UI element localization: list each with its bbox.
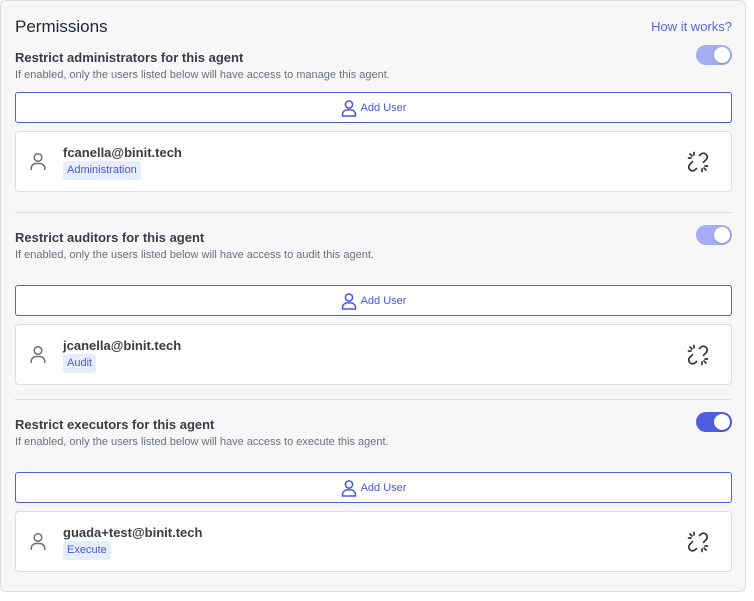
section-description: If enabled, only the users listed below … — [15, 249, 374, 261]
unlink-icon[interactable] — [687, 344, 709, 366]
restrict-administrators-toggle[interactable] — [696, 45, 732, 65]
add-user-label: Add User — [360, 294, 407, 307]
add-user-button[interactable]: Add User — [15, 92, 732, 123]
unlink-icon[interactable] — [687, 151, 709, 173]
section-title: Restrict auditors for this agent — [15, 230, 205, 245]
section-auditors: Restrict auditors for this agent If enab… — [15, 225, 732, 385]
restrict-auditors-toggle[interactable] — [696, 225, 732, 245]
add-user-button[interactable]: Add User — [15, 472, 732, 503]
unlink-icon[interactable] — [687, 531, 709, 553]
user-icon — [341, 99, 356, 117]
user-icon — [341, 479, 356, 497]
section-divider — [15, 212, 732, 213]
section-executors: Restrict executors for this agent If ena… — [15, 412, 732, 572]
how-it-works-link[interactable]: How it works? — [651, 19, 732, 34]
section-description: If enabled, only the users listed below … — [15, 436, 389, 448]
user-card: guada+test@binit.tech Execute — [15, 511, 732, 572]
role-badge: Execute — [63, 541, 111, 560]
section-description: If enabled, only the users listed below … — [15, 69, 390, 81]
toggle-knob — [714, 414, 730, 430]
user-email: jcanella@binit.tech — [63, 338, 182, 353]
toggle-knob — [714, 47, 730, 63]
role-badge: Administration — [63, 161, 141, 180]
permissions-panel: Permissions How it works? Restrict admin… — [0, 0, 746, 592]
user-avatar-icon — [30, 152, 46, 170]
restrict-executors-toggle[interactable] — [696, 412, 732, 432]
section-administrators: Restrict administrators for this agent I… — [15, 45, 732, 200]
page-title: Permissions — [15, 17, 108, 36]
user-email: guada+test@binit.tech — [63, 525, 203, 540]
add-user-button[interactable]: Add User — [15, 285, 732, 316]
user-card: jcanella@binit.tech Audit — [15, 324, 732, 385]
toggle-knob — [714, 227, 730, 243]
user-email: fcanella@binit.tech — [63, 145, 182, 160]
user-icon — [341, 292, 356, 310]
add-user-label: Add User — [360, 101, 407, 114]
section-title: Restrict administrators for this agent — [15, 50, 244, 65]
section-title: Restrict executors for this agent — [15, 417, 215, 432]
user-card: fcanella@binit.tech Administration — [15, 131, 732, 192]
user-avatar-icon — [30, 532, 46, 550]
add-user-label: Add User — [360, 481, 407, 494]
section-divider — [15, 399, 732, 400]
role-badge: Audit — [63, 354, 97, 373]
user-avatar-icon — [30, 345, 46, 363]
